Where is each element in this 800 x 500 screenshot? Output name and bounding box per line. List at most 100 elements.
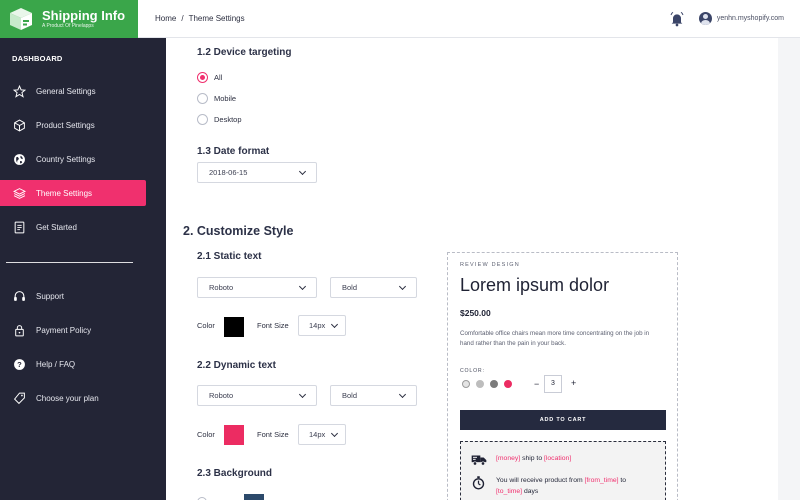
stopwatch-icon bbox=[471, 475, 487, 490]
sidebar-item-label: Country Settings bbox=[36, 154, 96, 164]
question-icon: ? bbox=[12, 357, 26, 371]
dynamic-color-label: Color bbox=[197, 430, 215, 439]
chevron-down-icon bbox=[330, 429, 339, 438]
radio-label: Desktop bbox=[214, 115, 242, 124]
bell-icon[interactable] bbox=[669, 11, 685, 27]
brand-subtitle: A Product Of Pinelapps bbox=[42, 22, 94, 29]
sidebar-item-label: Payment Policy bbox=[36, 325, 92, 335]
sidebar-item-product-settings[interactable]: Product Settings bbox=[0, 112, 166, 138]
product-price: $250.00 bbox=[460, 308, 491, 318]
static-color-label: Color bbox=[197, 321, 215, 330]
quantity-input[interactable]: 3 bbox=[544, 375, 562, 393]
scrollbar[interactable] bbox=[778, 38, 800, 500]
sidebar-item-get-started[interactable]: Get Started bbox=[0, 214, 166, 240]
radio-label: Mobile bbox=[214, 94, 237, 103]
device-option-mobile[interactable]: Mobile bbox=[197, 93, 236, 104]
chevron-down-icon bbox=[398, 282, 407, 291]
layers-icon bbox=[12, 186, 26, 200]
static-color-swatch[interactable] bbox=[224, 317, 244, 337]
location-placeholder: [location] bbox=[544, 455, 572, 462]
to-time-placeholder: [to_time] bbox=[496, 488, 523, 495]
radio-label: All bbox=[214, 73, 223, 82]
lock-icon bbox=[12, 323, 26, 337]
sidebar-item-label: Product Settings bbox=[36, 120, 95, 130]
color-option[interactable] bbox=[490, 380, 498, 388]
date-format-value: 2018-06-15 bbox=[209, 168, 248, 177]
product-description: Comfortable office chairs mean more time… bbox=[460, 330, 650, 347]
date-format-select[interactable]: 2018-06-15 bbox=[197, 162, 317, 183]
svg-text:?: ? bbox=[17, 360, 22, 369]
dynamic-font-value: Roboto bbox=[209, 391, 234, 400]
chevron-down-icon bbox=[330, 320, 339, 329]
dynamic-text-heading: 2.2 Dynamic text bbox=[197, 360, 276, 371]
add-to-cart-button[interactable]: ADD TO CART bbox=[460, 410, 666, 430]
dynamic-color-swatch[interactable] bbox=[224, 425, 244, 445]
device-option-all[interactable]: All bbox=[197, 72, 222, 83]
receive-text: You will receive product from bbox=[496, 477, 585, 484]
color-option[interactable] bbox=[476, 380, 484, 388]
dynamic-font-size-value: 14px bbox=[309, 430, 326, 439]
chevron-down-icon bbox=[398, 390, 407, 399]
sidebar-item-label: Theme Settings bbox=[36, 188, 93, 198]
device-option-desktop[interactable]: Desktop bbox=[197, 114, 242, 125]
static-weight-value: Bold bbox=[342, 283, 358, 292]
color-option[interactable] bbox=[504, 380, 512, 388]
static-text-heading: 2.1 Static text bbox=[197, 251, 262, 262]
dynamic-weight-select[interactable]: Bold bbox=[330, 385, 417, 406]
static-font-size-label: Font Size bbox=[257, 321, 289, 330]
review-design-label: REVIEW DESIGN bbox=[460, 262, 520, 268]
days-text: days bbox=[522, 488, 539, 495]
sidebar-item-help-faq[interactable]: ? Help / FAQ bbox=[0, 351, 166, 377]
sidebar-item-theme-settings[interactable]: Theme Settings bbox=[0, 180, 146, 206]
color-label: COLOR: bbox=[460, 368, 485, 374]
to-word: to bbox=[618, 477, 627, 484]
truck-icon bbox=[471, 453, 487, 467]
sidebar-item-label: Help / FAQ bbox=[36, 359, 76, 369]
date-format-heading: 1.3 Date format bbox=[197, 146, 270, 157]
box-icon bbox=[12, 118, 26, 132]
quantity-decrement[interactable]: − bbox=[534, 379, 539, 389]
document-icon bbox=[12, 220, 26, 234]
globe-icon bbox=[12, 152, 26, 166]
dynamic-weight-value: Bold bbox=[342, 391, 358, 400]
static-font-value: Roboto bbox=[209, 283, 234, 292]
sidebar-item-general-settings[interactable]: General Settings bbox=[0, 78, 166, 104]
sidebar-item-label: Choose your plan bbox=[36, 393, 99, 403]
topbar: Home / Theme Settings yenhn.myshopify.com bbox=[138, 0, 800, 38]
static-font-select[interactable]: Roboto bbox=[197, 277, 317, 298]
headset-icon bbox=[12, 289, 26, 303]
background-color-swatch[interactable] bbox=[244, 494, 264, 500]
shipping-info-box: [money] ship to [location] You will rece… bbox=[460, 441, 666, 500]
device-targeting-heading: 1.2 Device targeting bbox=[197, 47, 292, 58]
breadcrumb-home[interactable]: Home bbox=[155, 14, 176, 23]
sidebar-item-choose-plan[interactable]: Choose your plan bbox=[0, 385, 166, 411]
sidebar-divider bbox=[6, 262, 133, 263]
sidebar-item-label: Get Started bbox=[36, 222, 77, 232]
dynamic-font-select[interactable]: Roboto bbox=[197, 385, 317, 406]
shop-domain[interactable]: yenhn.myshopify.com bbox=[717, 15, 784, 22]
sidebar-item-country-settings[interactable]: Country Settings bbox=[0, 146, 166, 172]
dynamic-font-size-label: Font Size bbox=[257, 430, 289, 439]
radio-button[interactable] bbox=[197, 72, 208, 83]
radio-button[interactable] bbox=[197, 114, 208, 125]
dynamic-font-size-select[interactable]: 14px bbox=[298, 424, 346, 445]
radio-button[interactable] bbox=[197, 93, 208, 104]
sidebar-item-label: General Settings bbox=[36, 86, 96, 96]
sidebar-item-payment-policy[interactable]: Payment Policy bbox=[0, 317, 166, 343]
ship-to-text: ship to bbox=[520, 455, 544, 462]
avatar[interactable] bbox=[698, 12, 712, 25]
static-font-size-select[interactable]: 14px bbox=[298, 315, 346, 336]
quantity-increment[interactable]: + bbox=[571, 378, 576, 388]
breadcrumb-separator: / bbox=[181, 14, 184, 23]
tag-icon bbox=[12, 391, 26, 405]
chevron-down-icon bbox=[298, 282, 307, 291]
sidebar-item-support[interactable]: Support bbox=[0, 283, 166, 309]
dashboard-heading: DASHBOARD bbox=[12, 54, 63, 63]
static-weight-select[interactable]: Bold bbox=[330, 277, 417, 298]
box-logo-icon bbox=[8, 6, 34, 32]
review-design-card: REVIEW DESIGN Lorem ipsum dolor $250.00 … bbox=[447, 252, 678, 500]
color-option[interactable] bbox=[462, 380, 470, 388]
chevron-down-icon bbox=[298, 390, 307, 399]
money-placeholder: [money] bbox=[496, 455, 521, 462]
app: Shipping Info A Product Of Pinelapps DAS… bbox=[0, 0, 800, 500]
